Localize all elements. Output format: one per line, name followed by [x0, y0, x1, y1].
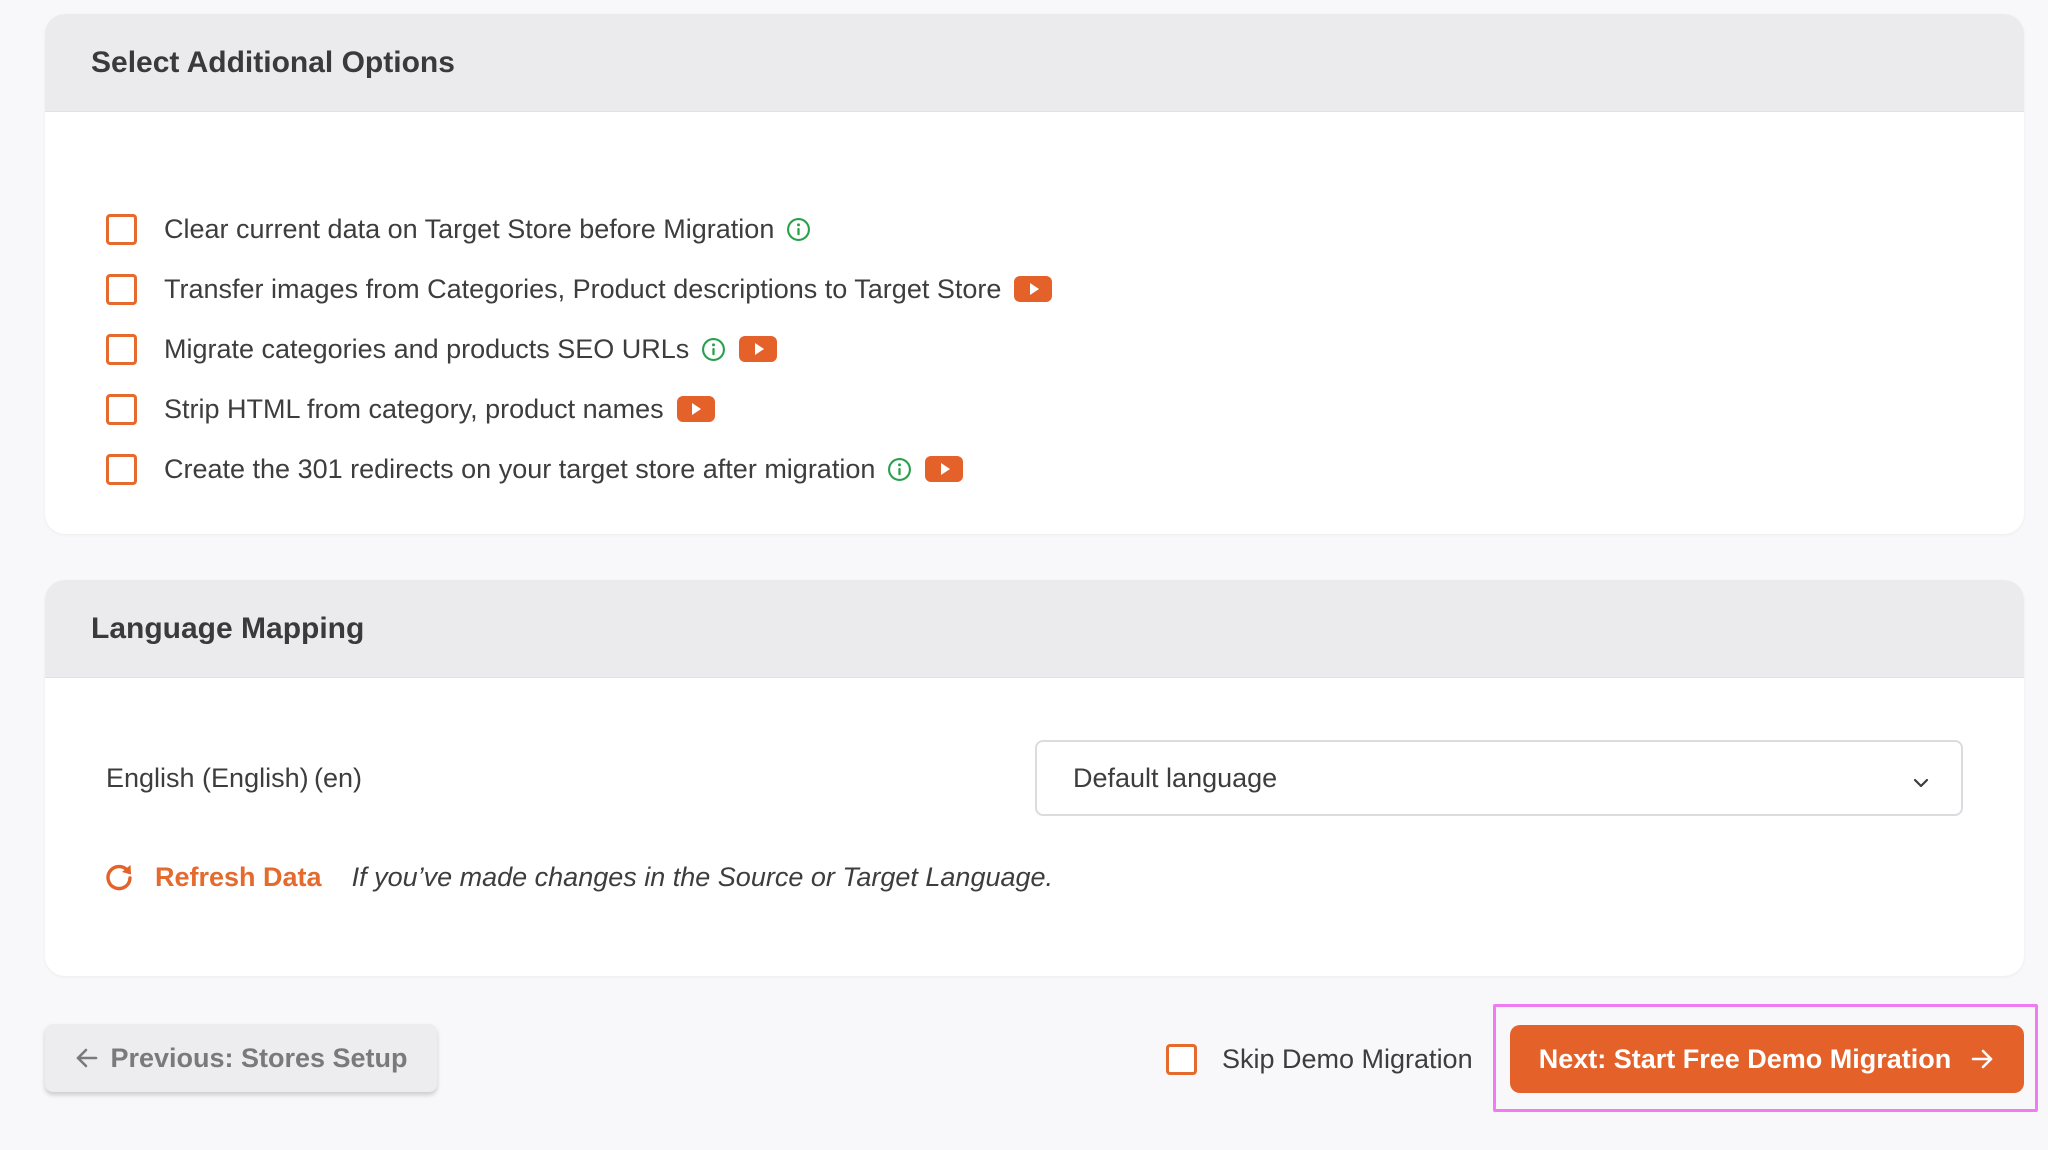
skip-demo-migration-option[interactable]: Skip Demo Migration	[1166, 1040, 1473, 1078]
previous-stores-setup-button[interactable]: Previous: Stores Setup	[45, 1024, 437, 1092]
language-mapping-card: Language Mapping English (English) (en) …	[45, 580, 2024, 976]
option-label: Strip HTML from category, product names	[164, 393, 664, 424]
skip-demo-checkbox[interactable]	[1166, 1043, 1197, 1075]
option-transfer-images[interactable]: Transfer images from Categories, Product…	[106, 259, 2024, 319]
language-mapping-row: English (English) (en) Default language	[45, 740, 2024, 816]
arrow-right-icon	[1969, 1046, 1995, 1072]
language-mapping-title: Language Mapping	[91, 611, 365, 645]
target-language-value: Default language	[1073, 762, 1278, 793]
arrow-left-icon	[74, 1045, 100, 1071]
next-button-label: Next: Start Free Demo Migration	[1538, 1043, 1952, 1074]
option-strip-html[interactable]: Strip HTML from category, product names	[106, 379, 2024, 439]
transfer-images-checkbox[interactable]	[106, 273, 137, 305]
additional-options-title: Select Additional Options	[91, 45, 455, 79]
next-start-demo-migration-button[interactable]: Next: Start Free Demo Migration	[1510, 1025, 2024, 1093]
option-clear-current-data[interactable]: Clear current data on Target Store befor…	[106, 199, 2024, 259]
option-label: Transfer images from Categories, Product…	[164, 273, 1002, 304]
strip-html-checkbox[interactable]	[106, 393, 137, 425]
info-icon[interactable]	[887, 457, 912, 482]
option-label: Clear current data on Target Store befor…	[164, 213, 775, 244]
refresh-data-link[interactable]: Refresh Data	[155, 862, 322, 893]
skip-demo-label: Skip Demo Migration	[1222, 1043, 1473, 1074]
youtube-icon[interactable]	[1014, 276, 1053, 302]
youtube-icon[interactable]	[925, 456, 964, 482]
redirects-checkbox[interactable]	[106, 453, 137, 485]
language-mapping-header: Language Mapping	[45, 580, 2024, 678]
option-301-redirects[interactable]: Create the 301 redirects on your target …	[106, 439, 2024, 499]
option-label: Migrate categories and products SEO URLs	[164, 333, 690, 364]
option-seo-urls[interactable]: Migrate categories and products SEO URLs	[106, 319, 2024, 379]
target-language-select[interactable]: Default language	[1035, 740, 1963, 816]
clear-data-checkbox[interactable]	[106, 213, 137, 245]
additional-options-header: Select Additional Options	[45, 14, 2024, 112]
migration-options-page: Select Additional Options Clear current …	[0, 0, 2048, 1150]
refresh-icon[interactable]	[103, 861, 135, 893]
youtube-icon[interactable]	[676, 396, 715, 422]
option-label: Create the 301 redirects on your target …	[164, 453, 876, 484]
youtube-icon[interactable]	[739, 336, 778, 362]
refresh-note: If you’ve made changes in the Source or …	[351, 861, 1054, 892]
chevron-down-icon	[1911, 769, 1931, 789]
refresh-row: Refresh Data If you’ve made changes in t…	[103, 852, 1053, 902]
options-list: Clear current data on Target Store befor…	[45, 112, 2024, 499]
info-icon[interactable]	[786, 217, 811, 242]
info-icon[interactable]	[701, 337, 726, 362]
seo-urls-checkbox[interactable]	[106, 333, 137, 365]
previous-button-label: Previous: Stores Setup	[110, 1042, 408, 1073]
additional-options-card: Select Additional Options Clear current …	[45, 14, 2024, 534]
source-language-label: English (English) (en)	[106, 762, 363, 793]
